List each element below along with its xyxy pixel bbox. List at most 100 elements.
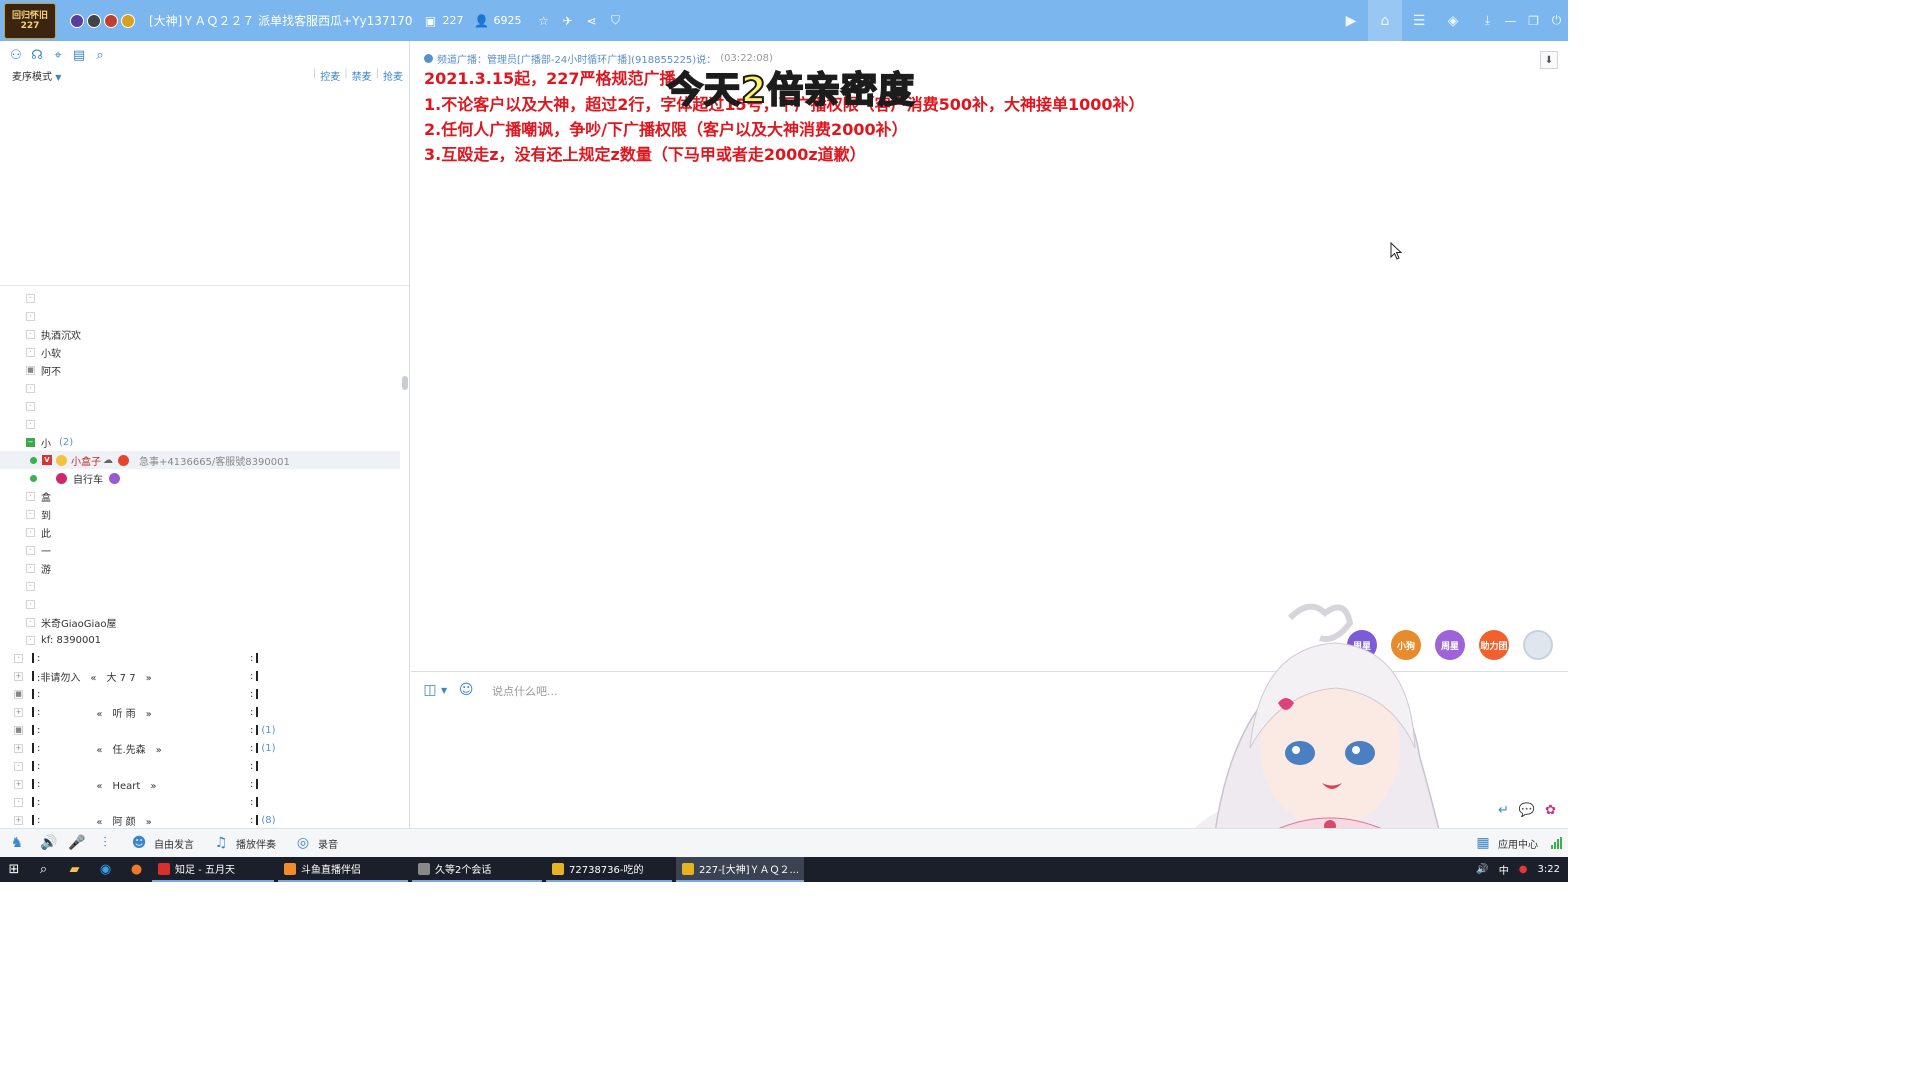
chat-bubble-icon[interactable]: 💬 <box>1519 803 1535 818</box>
speaker-icon[interactable]: 🔊 <box>40 834 58 852</box>
room-row[interactable]: +:非请勿入 « 大 7 7 »: <box>0 667 400 685</box>
free-speak-button[interactable]: ☻ 自由发言 <box>130 834 194 852</box>
room-row[interactable]: ■:: <box>0 685 400 703</box>
boost-team-icon[interactable]: 助力团 <box>1479 630 1509 660</box>
edge-browser-icon[interactable]: ◉ <box>90 857 121 882</box>
tree-row[interactable]: · <box>0 397 400 415</box>
room-row[interactable]: +: « Heart »: <box>0 775 400 793</box>
minimize-button[interactable]: — <box>1499 0 1522 41</box>
accompaniment-button[interactable]: ♫ 播放伴奏 <box>212 834 276 852</box>
send-icon[interactable]: ↵ <box>1498 803 1509 818</box>
badge-icon[interactable] <box>70 13 84 28</box>
tree-row[interactable]: · <box>0 415 400 433</box>
badge-icon[interactable] <box>121 13 135 28</box>
location-icon[interactable]: ⌖ <box>51 48 65 63</box>
tree-row[interactable]: · <box>0 379 400 397</box>
user-row[interactable]: 自行车 <box>0 469 400 487</box>
video-icon[interactable]: ▶ <box>1334 0 1368 41</box>
shield-icon[interactable]: ⛉ <box>607 13 623 29</box>
ban-mic-link[interactable]: 禁麦 <box>352 68 372 83</box>
share-icon[interactable]: ⋖ <box>583 13 599 29</box>
gamepad-icon[interactable]: ◫ <box>419 682 441 698</box>
search-icon[interactable]: ⌕ <box>93 48 107 63</box>
chevron-down-icon[interactable]: ▼ <box>441 686 447 695</box>
power-icon[interactable]: ⏻ <box>1545 0 1568 41</box>
tree-row[interactable]: ■ 阿不 <box>0 361 400 379</box>
expand-icon[interactable]: + <box>14 779 23 789</box>
expand-icon[interactable]: · <box>14 797 23 807</box>
channel-logo[interactable]: 回归怀旧 227 <box>4 2 56 39</box>
tree-row[interactable]: · <box>0 289 400 307</box>
badge-icon[interactable] <box>87 13 101 28</box>
flower-icon[interactable]: ✿ <box>1545 803 1556 818</box>
badge-icon[interactable] <box>104 13 118 28</box>
tree-row[interactable]: · kf: 8390001 <box>0 631 400 649</box>
room-row[interactable]: ·:: <box>0 757 400 775</box>
taskbar-app-active[interactable]: 227-[大神]ＹＡＱ２... <box>676 857 804 882</box>
taskbar-app[interactable]: 久等2个会话 <box>412 857 542 882</box>
expand-icon[interactable]: + <box>14 707 23 717</box>
taskbar-app[interactable]: 72738736-吃的 <box>546 857 672 882</box>
download-icon[interactable]: ⤓ <box>1476 0 1499 41</box>
tree-row[interactable]: · 一 <box>0 541 400 559</box>
tree-row[interactable]: · 小软 <box>0 343 400 361</box>
lock-icon[interactable]: ■ <box>14 689 23 699</box>
notes-icon[interactable]: ▤ <box>72 48 86 63</box>
expand-icon[interactable]: + <box>14 743 23 753</box>
tree-row[interactable]: · 游 <box>0 559 400 577</box>
tree-row[interactable]: · 盒 <box>0 487 400 505</box>
search-icon[interactable]: ⌕ <box>28 857 59 882</box>
gamepad-icon[interactable]: ◈ <box>1436 0 1470 41</box>
ime-indicator[interactable]: 中 <box>1499 862 1509 877</box>
taskbar-app[interactable]: 知足 - 五月天 <box>152 857 274 882</box>
tree-row[interactable]: · 此 <box>0 523 400 541</box>
settings-ring-icon[interactable] <box>1523 630 1553 660</box>
sogou-icon[interactable]: ● <box>1519 864 1528 875</box>
star-icon[interactable]: ☆ <box>535 13 551 29</box>
restore-button[interactable]: ❐ <box>1522 0 1545 41</box>
windows-start-icon[interactable]: ⊞ <box>0 857 28 882</box>
tree-row[interactable]: · 到 <box>0 505 400 523</box>
room-row[interactable]: ·:: <box>0 793 400 811</box>
tree-row[interactable]: · <box>0 307 400 325</box>
grab-mic-link[interactable]: 抢麦 <box>383 68 403 83</box>
taskbar-app[interactable]: 斗鱼直播伴侣 <box>278 857 408 882</box>
plane-icon[interactable]: ✈ <box>559 13 575 29</box>
room-row[interactable]: +: « 阿 颜 »: (8) <box>0 811 400 826</box>
tree-row[interactable]: · 米奇GiaoGiao屋 <box>0 613 400 631</box>
lock-icon[interactable]: ■ <box>14 725 23 735</box>
room-row[interactable]: +: « 听 雨 »: <box>0 703 400 721</box>
folder-icon[interactable]: ▰ <box>59 857 90 882</box>
mascot-icon[interactable]: ♞ <box>6 834 28 852</box>
room-row[interactable]: ■:: (1) <box>0 721 400 739</box>
expand-icon[interactable]: + <box>14 671 23 681</box>
mic-mode-dropdown[interactable]: 麦序模式 ▼ <box>12 68 61 83</box>
home-icon[interactable]: ⌂ <box>1368 0 1402 41</box>
microphone-icon[interactable]: 🎤 <box>68 834 86 852</box>
equalizer-icon[interactable]: ⫶ <box>96 834 114 852</box>
room-row[interactable]: +: « 任.先森 »: (1) <box>0 739 400 757</box>
collapse-icon[interactable]: − <box>26 437 35 447</box>
firefox-icon[interactable]: ● <box>121 857 152 882</box>
control-mic-link[interactable]: 控麦 <box>320 68 340 83</box>
tree-scrollbar[interactable] <box>402 376 408 390</box>
clock[interactable]: 3:22 <box>1538 864 1560 875</box>
scroll-bottom-button[interactable]: ⬇ <box>1540 51 1558 69</box>
expand-icon[interactable]: · <box>14 761 23 771</box>
volume-icon[interactable]: 🔊 <box>1476 864 1488 875</box>
tree-group-row[interactable]: − 小 (2) <box>0 433 400 451</box>
expand-icon[interactable]: · <box>14 653 23 663</box>
app-center-button[interactable]: ▦ 应用中心 <box>1474 834 1538 852</box>
room-row[interactable]: ·:: <box>0 649 400 667</box>
user-row[interactable]: V 小盒子 ☁ 急事+4136665/客服號8390001 <box>0 451 400 469</box>
record-button[interactable]: ◎ 录音 <box>294 834 338 852</box>
tree-row[interactable]: · 执酒沉欢 <box>0 325 400 343</box>
emoji-icon[interactable]: ☺ <box>455 682 477 698</box>
headset-icon[interactable]: ☊ <box>30 48 44 63</box>
expand-icon[interactable]: + <box>14 815 23 825</box>
message-input[interactable]: 说点什么吧... <box>492 683 558 699</box>
list-icon[interactable]: ☰ <box>1402 0 1436 41</box>
tree-row[interactable]: · <box>0 577 400 595</box>
user-icon[interactable]: ⚇ <box>9 48 23 63</box>
tree-row[interactable]: · <box>0 595 400 613</box>
